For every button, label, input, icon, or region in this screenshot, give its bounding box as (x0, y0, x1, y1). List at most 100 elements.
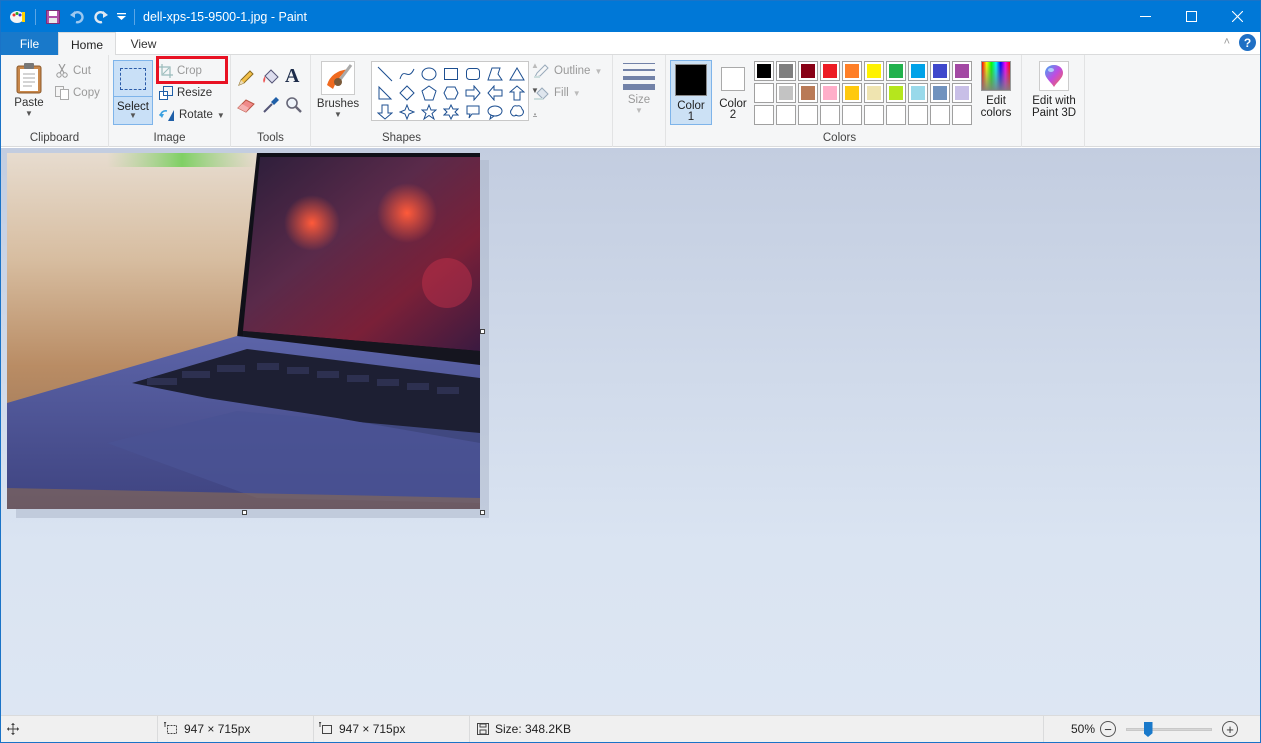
select-button[interactable]: Select ▼ (113, 60, 153, 125)
shape-rounded-callout[interactable] (463, 102, 483, 121)
quick-access-toolbar (1, 8, 137, 26)
shape-rectangle[interactable] (441, 64, 461, 83)
swatch-fill (889, 64, 903, 78)
maximize-button[interactable] (1168, 1, 1214, 32)
palette-color-swatch[interactable] (952, 61, 972, 81)
zoom-slider[interactable] (1126, 728, 1212, 731)
help-icon[interactable]: ? (1239, 34, 1256, 51)
zoom-slider-thumb[interactable] (1143, 722, 1153, 737)
palette-color-swatch[interactable] (952, 83, 972, 103)
palette-color-swatch[interactable] (886, 105, 906, 125)
shape-rounded-rectangle[interactable] (463, 64, 483, 83)
palette-color-swatch[interactable] (908, 105, 928, 125)
minus-icon: − (1104, 721, 1112, 737)
resize-handle-bottom[interactable] (242, 510, 247, 515)
palette-color-swatch[interactable] (930, 105, 950, 125)
pencil-tool[interactable] (237, 69, 255, 90)
shape-triangle[interactable] (507, 64, 527, 83)
palette-color-swatch[interactable] (776, 61, 796, 81)
save-icon[interactable] (44, 8, 62, 26)
shape-curve[interactable] (397, 64, 417, 83)
palette-color-swatch[interactable] (820, 61, 840, 81)
palette-color-swatch[interactable] (754, 83, 774, 103)
shape-pentagon[interactable] (419, 83, 439, 102)
shape-polygon[interactable] (485, 64, 505, 83)
palette-color-swatch[interactable] (908, 83, 928, 103)
rotate-button[interactable]: Rotate ▼ (159, 105, 225, 125)
magnifier-icon (286, 97, 302, 113)
resize-button[interactable]: Resize (159, 83, 212, 103)
text-tool[interactable]: A (285, 65, 299, 88)
copy-button[interactable]: Copy (55, 83, 100, 103)
palette-color-swatch[interactable] (930, 61, 950, 81)
close-button[interactable] (1214, 1, 1260, 32)
image-canvas[interactable] (7, 153, 480, 509)
edit-colors-button[interactable]: Edit colors (976, 61, 1016, 119)
edit-with-paint3d-button[interactable]: Edit with Paint 3D (1025, 61, 1083, 119)
shape-four-point-star[interactable] (397, 102, 417, 121)
cut-button[interactable]: Cut (55, 61, 91, 81)
palette-color-swatch[interactable] (842, 61, 862, 81)
palette-color-swatch[interactable] (798, 83, 818, 103)
shape-down-arrow[interactable] (375, 102, 395, 121)
palette-color-swatch[interactable] (864, 105, 884, 125)
tab-home[interactable]: Home (58, 32, 116, 56)
palette-color-swatch[interactable] (908, 61, 928, 81)
resize-handle-corner[interactable] (480, 510, 485, 515)
resize-handle-right[interactable] (480, 329, 485, 334)
palette-color-swatch[interactable] (754, 105, 774, 125)
palette-color-swatch[interactable] (798, 105, 818, 125)
palette-color-swatch[interactable] (864, 61, 884, 81)
zoom-in-button[interactable]: + (1222, 721, 1238, 737)
undo-icon[interactable] (68, 8, 86, 26)
fill-button[interactable]: Fill ▼ (534, 83, 581, 103)
zoom-out-button[interactable]: − (1100, 721, 1116, 737)
shape-right-arrow[interactable] (463, 83, 483, 102)
palette-color-swatch[interactable] (776, 105, 796, 125)
shape-up-arrow[interactable] (507, 83, 527, 102)
shape-right-triangle[interactable] (375, 83, 395, 102)
shape-oval[interactable] (419, 64, 439, 83)
paint-app-icon[interactable] (9, 8, 27, 26)
color-1-button[interactable]: Color 1 (670, 60, 712, 125)
shape-diamond[interactable] (397, 83, 417, 102)
redo-icon[interactable] (92, 8, 110, 26)
shape-six-point-star[interactable] (441, 102, 461, 121)
eraser-tool[interactable] (237, 97, 257, 116)
color-picker-tool[interactable] (262, 96, 280, 117)
shape-oval-callout[interactable] (485, 102, 505, 121)
disk-icon (477, 723, 489, 735)
shape-five-point-star[interactable] (419, 102, 439, 121)
shape-hexagon[interactable] (441, 83, 461, 102)
palette-color-swatch[interactable] (820, 105, 840, 125)
tab-file[interactable]: File (1, 32, 58, 55)
palette-color-swatch[interactable] (776, 83, 796, 103)
palette-color-swatch[interactable] (798, 61, 818, 81)
gallery-expand-icon[interactable]: ⩡ (533, 111, 538, 121)
palette-color-swatch[interactable] (842, 105, 862, 125)
shapes-gallery (371, 61, 529, 121)
swatch-fill (823, 86, 837, 100)
shape-line[interactable] (375, 64, 395, 83)
customize-quick-access-icon[interactable] (116, 8, 126, 26)
palette-color-swatch[interactable] (864, 83, 884, 103)
minimize-button[interactable] (1122, 1, 1168, 32)
tab-view[interactable]: View (116, 32, 171, 55)
magnifier-tool[interactable] (285, 96, 303, 117)
outline-button[interactable]: Outline ▼ (534, 61, 602, 81)
shape-cloud-callout[interactable] (507, 102, 527, 121)
palette-color-swatch[interactable] (930, 83, 950, 103)
palette-color-swatch[interactable] (952, 105, 972, 125)
palette-color-swatch[interactable] (886, 83, 906, 103)
palette-color-swatch[interactable] (820, 83, 840, 103)
size-button[interactable]: Size ▼ (619, 61, 659, 121)
color-2-button[interactable]: Color 2 (712, 60, 754, 125)
title-bar: dell-xps-15-9500-1.jpg - Paint (1, 1, 1260, 32)
palette-color-swatch[interactable] (886, 61, 906, 81)
collapse-ribbon-icon[interactable]: ˄ (1224, 36, 1230, 48)
fill-tool[interactable] (261, 68, 281, 89)
paste-button[interactable]: Paste ▼ (9, 60, 49, 126)
palette-color-swatch[interactable] (754, 61, 774, 81)
shape-left-arrow[interactable] (485, 83, 505, 102)
palette-color-swatch[interactable] (842, 83, 862, 103)
